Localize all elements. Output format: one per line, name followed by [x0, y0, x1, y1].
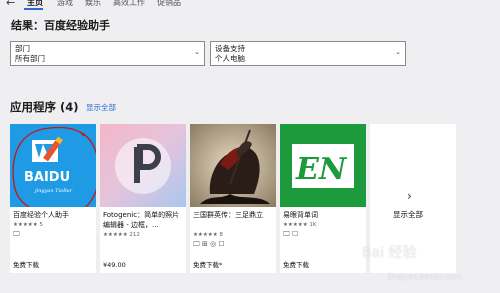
app-tile-sanguo [190, 124, 276, 207]
app-name: 三国群英传：三足鼎立 [193, 211, 263, 219]
app-card-yiyan[interactable]: EN 易眼背单词 ★★★★★ 1K 🖵 ☐ 免费下载 [280, 124, 366, 273]
device-value: 个人电脑 [215, 54, 245, 63]
platform-icons: 🖵 ⊞ ◎ ☐ [193, 240, 225, 248]
chevron-down-icon: ⌄ [395, 48, 401, 56]
app-rating: ★★★★★ 5 [13, 222, 43, 228]
app-name: Fotogenic：简单的照片编辑器 - 边框，... [103, 211, 180, 229]
app-rating: ★★★★★ 8 [193, 232, 223, 238]
app-tile-en: EN [280, 124, 366, 207]
device-label: 设备支持 [215, 44, 245, 53]
app-price: ¥49.00 [103, 261, 126, 269]
chevron-right-icon: › [407, 189, 412, 203]
department-dropdown[interactable]: 部门 所有部门 ⌄ [10, 41, 205, 66]
results-title: 结果：百度经验助手 [11, 19, 110, 32]
watermark-main: Bai 经验 [362, 245, 417, 261]
top-nav: ← 主页 游戏 娱乐 高效工作 促销品 [0, 0, 500, 11]
baidu-jingyan-watermark: Bai 经验 jingyan.baidu.com [362, 245, 500, 293]
tab-deals[interactable]: 促销品 [157, 0, 181, 8]
tab-home[interactable]: 主页 [27, 0, 43, 8]
app-rating: ★★★★★ 212 [103, 232, 140, 238]
show-all-link[interactable]: 显示全部 [86, 103, 116, 113]
app-card-fotogenic[interactable]: Fotogenic：简单的照片编辑器 - 边框，... ★★★★★ 212 ¥4… [100, 124, 186, 273]
app-price: 免费下载 [283, 261, 309, 269]
app-name: 百度经验个人助手 [13, 211, 69, 219]
app-price: 免费下载 [13, 261, 39, 269]
app-price: 免费下载* [193, 261, 223, 269]
device-dropdown[interactable]: 设备支持 个人电脑 ⌄ [210, 41, 406, 66]
app-name: 易眼背单词 [283, 211, 318, 219]
apps-section-title: 应用程序 (4) [10, 100, 79, 114]
platform-icons: 🖵 ☐ [283, 230, 299, 238]
tab-games[interactable]: 游戏 [57, 0, 73, 8]
tab-productivity[interactable]: 高效工作 [113, 0, 145, 8]
app-card-sanguo[interactable]: 三国群英传：三足鼎立 ★★★★★ 8 🖵 ⊞ ◎ ☐ 免费下载* [190, 124, 276, 273]
app-tile-fotogenic [100, 124, 186, 207]
svg-text:BAIDU: BAIDU [24, 170, 70, 185]
app-card-baidu[interactable]: BAIDU jingyan TieBar 百度经验个人助手 ★★★★★ 5 🖵 … [10, 124, 96, 273]
app-tile-baidu: BAIDU jingyan TieBar [10, 124, 96, 207]
app-rating: ★★★★★ 1K [283, 222, 317, 228]
tab-entertainment[interactable]: 娱乐 [85, 0, 101, 8]
pc-device-icon: 🖵 [13, 230, 20, 238]
watermark-sub: jingyan.baidu.com [388, 272, 462, 281]
svg-text:EN: EN [295, 152, 348, 187]
chevron-down-icon: ⌄ [194, 48, 200, 56]
department-value: 所有部门 [15, 54, 45, 63]
department-label: 部门 [15, 44, 30, 53]
show-all-label: 显示全部 [393, 210, 423, 219]
active-tab-indicator [24, 8, 43, 10]
svg-text:jingyan TieBar: jingyan TieBar [34, 188, 73, 194]
back-arrow-icon[interactable]: ← [6, 0, 15, 8]
